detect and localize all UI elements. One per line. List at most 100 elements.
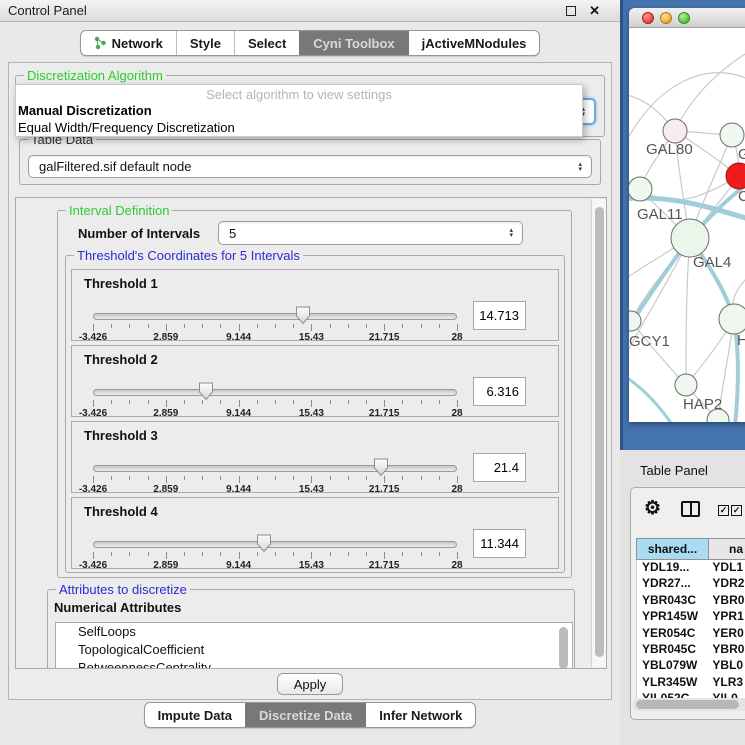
node-label: H: [737, 332, 745, 349]
slider-track: [93, 389, 457, 396]
tick-label: 2.859: [153, 484, 178, 495]
number-of-intervals-value: 5: [229, 226, 236, 241]
threshold-row: Threshold 3-3.4262.8599.14415.4321.71528…: [71, 421, 559, 493]
tick-label: 21.715: [369, 560, 400, 571]
tick-label: 21.715: [369, 484, 400, 495]
node-label: GAL80: [646, 141, 693, 158]
close-traffic-light-icon[interactable]: [642, 12, 654, 24]
minimize-traffic-light-icon[interactable]: [660, 12, 672, 24]
threshold-slider[interactable]: -3.4262.8599.14415.4321.71528: [93, 384, 457, 418]
table-horizontal-scrollbar[interactable]: [633, 698, 745, 711]
close-icon[interactable]: [589, 3, 600, 19]
checkbox-icon[interactable]: [731, 505, 742, 516]
table-data-selected-value: galFiltered.sif default node: [39, 159, 191, 174]
table-row[interactable]: YIL052CYIL0: [637, 691, 745, 698]
tab-discretize-data[interactable]: Discretize Data: [245, 703, 365, 727]
attribute-list-item[interactable]: BetweennessCentrality: [56, 659, 572, 669]
attribute-list-item[interactable]: SelfLoops: [56, 623, 572, 641]
settings-panel-scrollbar[interactable]: [591, 199, 606, 667]
tick-label: 15.43: [299, 408, 324, 419]
slider-thumb[interactable]: [373, 458, 389, 477]
table-cell: YBL0: [709, 658, 745, 674]
tick-label: 15.43: [299, 332, 324, 343]
threshold-label: Threshold 1: [84, 276, 158, 291]
threshold-label: Threshold 4: [84, 504, 158, 519]
attributes-list-scrollbar[interactable]: [556, 624, 571, 669]
table-cell: YIL052C: [637, 691, 709, 698]
threshold-value-field[interactable]: 21.4: [473, 453, 526, 482]
table-row[interactable]: YPR145WYPR1: [637, 609, 745, 625]
slider-thumb[interactable]: [198, 382, 214, 401]
table-panel-title: Table Panel: [640, 463, 708, 478]
hscrollbar-thumb[interactable]: [636, 700, 739, 709]
table-row[interactable]: YBR045CYBR0: [637, 642, 745, 658]
tab-jactivemnodules[interactable]: jActiveMNodules: [408, 31, 540, 55]
node-edge-top[interactable]: [720, 123, 744, 147]
node-h[interactable]: [719, 304, 745, 334]
dropdown-option-manual[interactable]: Manual Discretization: [16, 103, 582, 120]
tab-select[interactable]: Select: [234, 31, 299, 55]
settings-scrollbar-thumb[interactable]: [595, 207, 604, 657]
threshold-slider[interactable]: -3.4262.8599.14415.4321.71528: [93, 308, 457, 342]
float-window-icon[interactable]: [566, 6, 576, 16]
table-data-combobox[interactable]: galFiltered.sif default node: [28, 155, 592, 178]
table-cell: YDL1: [709, 560, 745, 576]
tab-style[interactable]: Style: [176, 31, 234, 55]
dropdown-placeholder-option[interactable]: Select algorithm to view settings: [16, 85, 582, 103]
slider-thumb[interactable]: [256, 534, 272, 553]
node-gal80[interactable]: [663, 119, 687, 143]
checkbox-icon[interactable]: [718, 505, 729, 516]
table-row[interactable]: YBL079WYBL0: [637, 658, 745, 674]
column-header-2[interactable]: na: [709, 538, 745, 560]
tick-label: 21.715: [369, 408, 400, 419]
zoom-traffic-light-icon[interactable]: [678, 12, 690, 24]
table-row[interactable]: YER054CYER0: [637, 626, 745, 642]
panel-title: Control Panel: [8, 3, 87, 18]
gear-icon[interactable]: [644, 497, 661, 520]
cyni-toolbox-panel: Discretization Algorithm Select algorith…: [8, 62, 612, 700]
tick-label: 9.144: [226, 332, 251, 343]
tab-label: jActiveMNodules: [422, 36, 527, 51]
network-canvas[interactable]: GAL80GACGAL11GAL4GCY1HHAP2: [629, 28, 745, 422]
control-panel-titlebar: Control Panel: [0, 0, 620, 22]
table-cell: YPR1: [709, 609, 745, 625]
table-row[interactable]: YDR27...YDR2: [637, 576, 745, 592]
numerical-attributes-label: Numerical Attributes: [54, 600, 181, 615]
tick-label: 9.144: [226, 560, 251, 571]
table-row[interactable]: YBR043CYBR0: [637, 593, 745, 609]
node-gal11[interactable]: [629, 177, 652, 201]
network-graph: GAL80GACGAL11GAL4GCY1HHAP2: [629, 28, 745, 422]
column-header-1[interactable]: shared...: [636, 538, 709, 560]
slider-thumb[interactable]: [295, 306, 311, 325]
apply-button[interactable]: Apply: [277, 673, 343, 695]
threshold-slider[interactable]: -3.4262.8599.14415.4321.71528: [93, 536, 457, 570]
tab-label: Select: [248, 36, 286, 51]
table-row[interactable]: YLR345WYLR3: [637, 675, 745, 691]
threshold-value-field[interactable]: 11.344: [473, 529, 526, 558]
attributes-scrollbar-thumb[interactable]: [559, 627, 568, 669]
slider-track: [93, 465, 457, 472]
table-cell: YLR3: [709, 675, 745, 691]
tick-label: -3.426: [79, 332, 107, 343]
node-red[interactable]: [726, 163, 745, 189]
table-row[interactable]: YDL19...YDL1: [637, 560, 745, 576]
numerical-attributes-list[interactable]: SelfLoopsTopologicalCoefficientBetweenne…: [55, 622, 573, 669]
node-gal4[interactable]: [671, 219, 709, 257]
attribute-list-item[interactable]: TopologicalCoefficient: [56, 641, 572, 659]
threshold-label: Threshold 3: [84, 428, 158, 443]
algorithm-dropdown-popup: Select algorithm to view settings Manual…: [15, 84, 583, 137]
columns-icon[interactable]: [681, 501, 700, 517]
node-hap2[interactable]: [675, 374, 697, 396]
network-icon: [94, 36, 107, 50]
number-of-intervals-combobox[interactable]: 5: [218, 221, 523, 245]
table-cell: YER054C: [637, 626, 709, 642]
tab-impute-data[interactable]: Impute Data: [145, 703, 245, 727]
threshold-value-field[interactable]: 14.713: [473, 301, 526, 330]
threshold-slider[interactable]: -3.4262.8599.14415.4321.71528: [93, 460, 457, 494]
tick-label: 9.144: [226, 484, 251, 495]
tab-infer-network[interactable]: Infer Network: [365, 703, 475, 727]
tab-network[interactable]: Network: [81, 31, 176, 55]
threshold-value-field[interactable]: 6.316: [473, 377, 526, 406]
dropdown-option-equal-width[interactable]: Equal Width/Frequency Discretization: [16, 120, 582, 137]
tab-cyni-toolbox[interactable]: Cyni Toolbox: [299, 31, 407, 55]
